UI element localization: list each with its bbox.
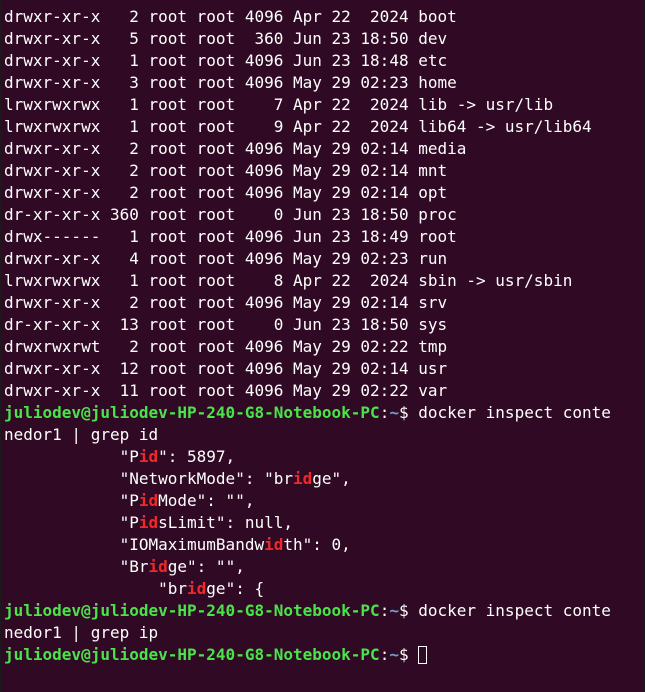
output-text: sLimit": null, <box>158 513 293 532</box>
listing-line: lrwxrwxrwx 1 root root 7 Apr 22 2024 lib… <box>4 95 554 114</box>
command-prompt-line: juliodev@juliodev-HP-240-G8-Notebook-PC:… <box>4 600 644 622</box>
prompt-user-host: juliodev@juliodev-HP-240-G8-Notebook-PC <box>4 601 380 620</box>
grep-match: id <box>138 447 159 466</box>
listing-line: dr-xr-xr-x 360 root root 0 Jun 23 18:50 … <box>4 205 457 224</box>
listing-line: drwxr-xr-x 3 root root 4096 May 29 02:23… <box>4 73 457 92</box>
listing-line: drwxr-xr-x 11 root root 4096 May 29 02:2… <box>4 381 448 400</box>
output-line: "bridge": { <box>4 578 644 600</box>
prompt-user-host: juliodev@juliodev-HP-240-G8-Notebook-PC <box>4 645 380 664</box>
listing-line: drwxr-xr-x 5 root root 360 Jun 23 18:50 … <box>4 29 448 48</box>
listing-line: drwxr-xr-x 2 root root 4096 May 29 02:14… <box>4 139 467 158</box>
prompt-colon: : <box>379 403 390 422</box>
prompt-path: ~ <box>389 645 399 664</box>
output-text: ge": { <box>206 579 265 598</box>
active-prompt-line[interactable]: juliodev@juliodev-HP-240-G8-Notebook-PC:… <box>4 644 644 666</box>
listing-line: dr-xr-xr-x 13 root root 0 Jun 23 18:50 s… <box>4 315 448 334</box>
output-text: ge": "", <box>167 557 245 576</box>
terminal-window[interactable]: drwxr-xr-x 2 root root 4096 Apr 22 2024 … <box>0 0 645 692</box>
grep-match: id <box>292 469 313 488</box>
command-text: docker inspect conte <box>418 601 611 620</box>
output-text: "IOMaximumBandw <box>4 535 265 554</box>
listing-line: drwxr-xr-x 4 root root 4096 May 29 02:23… <box>4 249 448 268</box>
grep-match: id <box>264 535 284 554</box>
prompt-colon: : <box>379 601 390 620</box>
output-text: "P <box>4 491 139 510</box>
output-line: "Pid": 5897, <box>4 446 644 468</box>
output-text: ge", <box>312 469 351 488</box>
listing-line: drwxr-xr-x 2 root root 4096 May 29 02:14… <box>4 183 448 202</box>
prompt-path: ~ <box>389 403 399 422</box>
command-continuation: nedor1 | grep id <box>4 425 159 444</box>
output-text: "NetworkMode": "br <box>4 469 293 488</box>
prompt-dollar: $ <box>398 403 419 422</box>
output-text: Mode": "", <box>158 491 255 510</box>
listing-line: drwxr-xr-x 12 root root 4096 May 29 02:1… <box>4 359 448 378</box>
grep-output: "Pid": 5897, "NetworkMode": "bridge", "P… <box>4 446 644 600</box>
grep-match: id <box>187 579 207 598</box>
output-text: "Br <box>4 557 149 576</box>
output-text: ": 5897, <box>158 447 236 466</box>
listing-line: lrwxrwxrwx 1 root root 8 Apr 22 2024 sbi… <box>4 271 573 290</box>
output-text: "P <box>4 513 139 532</box>
grep-match: id <box>138 491 159 510</box>
command-continuation: nedor1 | grep ip <box>4 623 159 642</box>
output-line: "IOMaximumBandwidth": 0, <box>4 534 644 556</box>
command-text: docker inspect conte <box>418 403 611 422</box>
listing-line: drwxr-xr-x 2 root root 4096 Apr 22 2024 … <box>4 7 457 26</box>
output-text: "P <box>4 447 139 466</box>
listing-line: lrwxrwxrwx 1 root root 9 Apr 22 2024 lib… <box>4 117 592 136</box>
listing-line: drwxr-xr-x 2 root root 4096 May 29 02:14… <box>4 161 448 180</box>
prompt-dollar: $ <box>398 601 419 620</box>
listing-line: drwx------ 1 root root 4096 Jun 23 18:49… <box>4 227 457 246</box>
directory-listing: drwxr-xr-x 2 root root 4096 Apr 22 2024 … <box>4 6 644 402</box>
output-line: "NetworkMode": "bridge", <box>4 468 644 490</box>
grep-match: id <box>138 513 159 532</box>
listing-line: drwxr-xr-x 1 root root 4096 Jun 23 18:48… <box>4 51 448 70</box>
listing-line: drwxr-xr-x 2 root root 4096 May 29 02:14… <box>4 293 448 312</box>
output-text: th": 0, <box>283 535 351 554</box>
output-line: "PidsLimit": null, <box>4 512 644 534</box>
output-line: "PidMode": "", <box>4 490 644 512</box>
grep-match: id <box>148 557 168 576</box>
prompt-path: ~ <box>389 601 399 620</box>
listing-line: drwxrwxrwt 2 root root 4096 May 29 02:22… <box>4 337 448 356</box>
prompt-colon: : <box>379 645 390 664</box>
text-cursor[interactable] <box>418 646 428 664</box>
output-line: "Bridge": "", <box>4 556 644 578</box>
command-prompt-line: juliodev@juliodev-HP-240-G8-Notebook-PC:… <box>4 402 644 424</box>
output-text: "br <box>4 579 188 598</box>
prompt-user-host: juliodev@juliodev-HP-240-G8-Notebook-PC <box>4 403 380 422</box>
prompt-dollar: $ <box>398 645 419 664</box>
